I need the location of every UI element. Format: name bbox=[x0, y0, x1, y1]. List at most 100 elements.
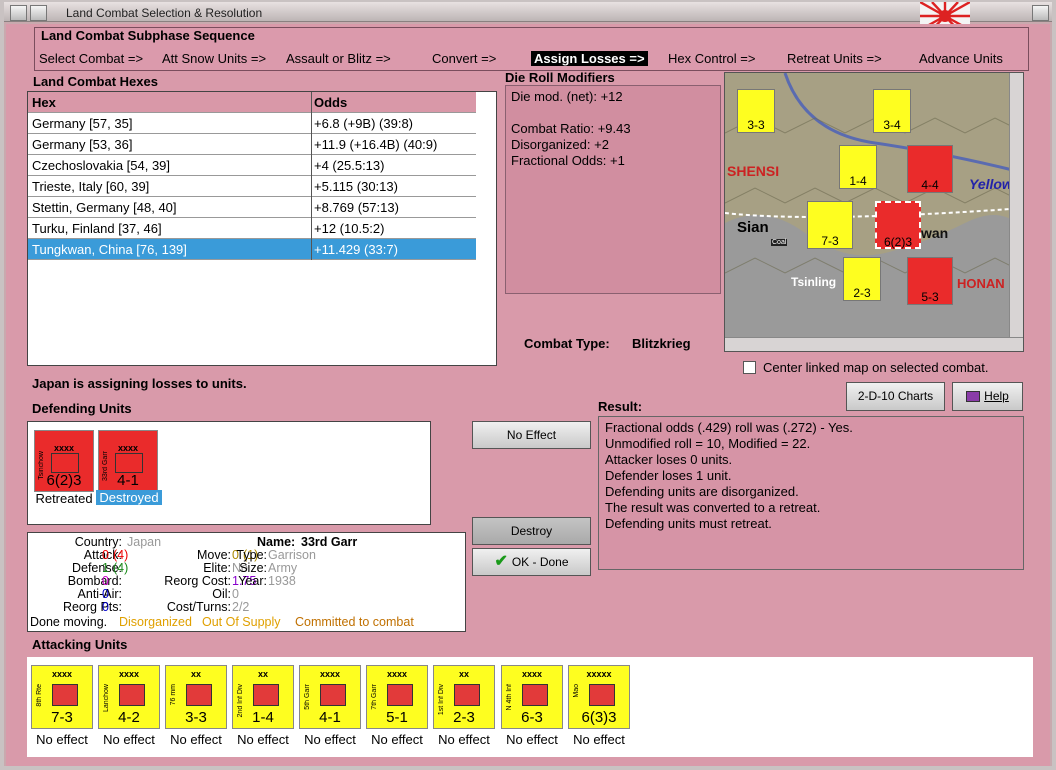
unit-symbol-icon bbox=[589, 684, 615, 706]
map-unit[interactable]: 3-4 bbox=[873, 89, 911, 133]
cost-turns-value: 2/2 bbox=[232, 600, 250, 614]
attacking-unit[interactable]: xxxx 8th Rte 7-3 bbox=[31, 665, 93, 729]
attacking-heading: Attacking Units bbox=[32, 637, 128, 652]
table-row[interactable]: Stettin, Germany [48, 40] +8.769 (57:13) bbox=[28, 197, 476, 218]
destroy-button[interactable]: Destroy bbox=[472, 517, 591, 545]
hex-table[interactable]: Hex Odds Germany [57, 35] +6.8 (+9B) (39:… bbox=[27, 91, 497, 366]
mod-fractional: Fractional Odds: +1 bbox=[511, 153, 625, 168]
unit-size: xx bbox=[257, 669, 268, 679]
center-map-checkbox[interactable] bbox=[743, 361, 756, 374]
attacking-unit[interactable]: xxxxx Mao 6(3)3 bbox=[568, 665, 630, 729]
map-unit[interactable]: 2-3 bbox=[843, 257, 881, 301]
title-bar: Land Combat Selection & Resolution bbox=[4, 2, 1052, 22]
map-unit[interactable]: 4-4 bbox=[907, 145, 953, 193]
map-label-tsinling: Tsinling bbox=[791, 275, 837, 289]
col-odds: Odds bbox=[314, 95, 348, 110]
table-row[interactable]: Trieste, Italy [60, 39] +5.115 (30:13) bbox=[28, 176, 476, 197]
table-row[interactable]: Germany [53, 36] +11.9 (+16.4B) (40:9) bbox=[28, 134, 476, 155]
year-label: Year: bbox=[238, 574, 267, 588]
attacking-unit[interactable]: xx 76 mm 3-3 bbox=[165, 665, 227, 729]
table-row-selected[interactable]: Tungkwan, China [76, 139] +11.429 (33:7) bbox=[28, 239, 476, 260]
map-unit-selected[interactable]: 6(2)3 bbox=[875, 201, 921, 249]
status-text: Japan is assigning losses to units. bbox=[32, 376, 247, 391]
unit-symbol-icon bbox=[186, 684, 212, 706]
column-divider bbox=[311, 92, 312, 260]
defending-unit-selected[interactable]: xxxx 33rd Garr 4-1 bbox=[98, 430, 158, 492]
map-label-coal: Coal bbox=[771, 239, 788, 246]
subphase-heading: Land Combat Subphase Sequence bbox=[41, 28, 255, 43]
unit-strength: 1-4 bbox=[252, 709, 274, 726]
table-row[interactable]: Turku, Finland [37, 46] +12 (10.5:2) bbox=[28, 218, 476, 239]
table-row[interactable]: Germany [57, 35] +6.8 (+9B) (39:8) bbox=[28, 113, 476, 134]
unit-size: xxxx bbox=[386, 669, 408, 679]
attack-expanded: (4) bbox=[113, 548, 129, 562]
unit-name: 7th Garr bbox=[371, 684, 378, 710]
defending-heading: Defending Units bbox=[32, 401, 132, 416]
odds-cell: +11.9 (+16.4B) (40:9) bbox=[314, 137, 438, 152]
attacking-units-box: xxxx 8th Rte 7-3 No effect xxxx Lanchow 4-2 No … bbox=[27, 657, 1033, 757]
cost-turns-label: Cost/Turns: bbox=[166, 600, 231, 614]
unit-size: xxxxx bbox=[586, 669, 612, 679]
phase-assign-losses: Assign Losses => bbox=[531, 51, 648, 66]
attacking-unit[interactable]: xxxx N 4th Inf 6-3 bbox=[501, 665, 563, 729]
table-row[interactable]: Czechoslovakia [54, 39] +4 (25.5:13) bbox=[28, 155, 476, 176]
attacking-unit[interactable]: xx 2nd Inf Div 1-4 bbox=[232, 665, 294, 729]
committed-text: Committed to combat bbox=[295, 615, 414, 629]
result-line: Unmodified roll = 10, Modified = 22. bbox=[605, 436, 811, 451]
hex-cell: Germany [57, 35] bbox=[32, 116, 133, 131]
unit-size: xxxx bbox=[118, 669, 140, 679]
odds-cell: +5.115 (30:13) bbox=[314, 179, 398, 194]
map-label-honan: HONAN bbox=[957, 276, 1005, 291]
minimize-icon[interactable] bbox=[10, 5, 27, 21]
charts-button[interactable]: 2-D-10 Charts bbox=[846, 382, 945, 411]
attacking-unit[interactable]: xxxx 7th Garr 5-1 bbox=[366, 665, 428, 729]
close-icon[interactable] bbox=[1032, 5, 1049, 21]
map-unit[interactable]: 1-4 bbox=[839, 145, 877, 189]
map-vertical-scrollbar[interactable] bbox=[1009, 73, 1023, 337]
odds-cell: +12 (10.5:2) bbox=[314, 221, 385, 236]
reorg-pts-value: 0 bbox=[102, 600, 109, 614]
map-unit[interactable]: 5-3 bbox=[907, 257, 953, 305]
col-hex: Hex bbox=[32, 95, 56, 110]
defending-unit[interactable]: xxxx Tsinchow 6(2)3 bbox=[34, 430, 94, 492]
unit-info-panel: Country: Japan Name: 33rd Garr Attack: 0… bbox=[27, 532, 466, 632]
unit-strength: 2-3 bbox=[453, 709, 475, 726]
help-label: Help bbox=[984, 389, 1009, 403]
unit-symbol-icon bbox=[522, 684, 548, 706]
unit-strength: 4-2 bbox=[118, 709, 140, 726]
attacking-unit[interactable]: xx 1st Inf Div 2-3 bbox=[433, 665, 495, 729]
result-line: Fractional odds (.429) roll was (.272) -… bbox=[605, 420, 853, 435]
attacking-unit[interactable]: xxxx Lanchow 4-2 bbox=[98, 665, 160, 729]
unit-status-selected: Destroyed bbox=[96, 490, 162, 505]
help-button[interactable]: Help bbox=[952, 382, 1023, 411]
odds-cell: +11.429 (33:7) bbox=[314, 242, 398, 257]
name-label: Name: bbox=[257, 535, 296, 549]
anti-air-label: Anti-Air: bbox=[77, 587, 122, 601]
unit-strength: 6(2)3 bbox=[46, 472, 82, 489]
no-effect-button[interactable]: No Effect bbox=[472, 421, 591, 449]
ok-done-button[interactable]: ✔ OK - Done bbox=[472, 548, 591, 576]
combat-type-label: Combat Type: bbox=[524, 336, 610, 351]
unit-symbol-icon bbox=[454, 684, 480, 706]
restore-icon[interactable] bbox=[30, 5, 47, 21]
window-title: Land Combat Selection & Resolution bbox=[66, 6, 263, 20]
unit-strength: 3-3 bbox=[185, 709, 207, 726]
unit-strength: 5-1 bbox=[386, 709, 408, 726]
unit-strength: 4-1 bbox=[117, 472, 139, 489]
linked-map[interactable]: SHENSI Yellow Sian wan Tsinling HONAN Co… bbox=[724, 72, 1024, 352]
map-unit[interactable]: 3-3 bbox=[737, 89, 775, 133]
size-label: Size: bbox=[239, 561, 267, 575]
attacking-unit[interactable]: xxxx 5th Garr 4-1 bbox=[299, 665, 361, 729]
year-value: 1938 bbox=[268, 574, 296, 588]
hex-cell: Trieste, Italy [60, 39] bbox=[32, 179, 150, 194]
unit-name: 8th Rte bbox=[36, 684, 43, 707]
map-unit[interactable]: 7-3 bbox=[807, 201, 853, 249]
unit-status: No effect bbox=[438, 732, 490, 747]
infantry-symbol-icon bbox=[51, 453, 79, 473]
unit-name: Mao bbox=[573, 684, 580, 698]
hex-table-header: Hex Odds bbox=[28, 92, 476, 113]
defense-expanded: (4) bbox=[113, 561, 129, 575]
hex-cell: Czechoslovakia [54, 39] bbox=[32, 158, 171, 173]
map-horizontal-scrollbar[interactable] bbox=[725, 337, 1023, 351]
hexes-heading: Land Combat Hexes bbox=[33, 74, 158, 89]
